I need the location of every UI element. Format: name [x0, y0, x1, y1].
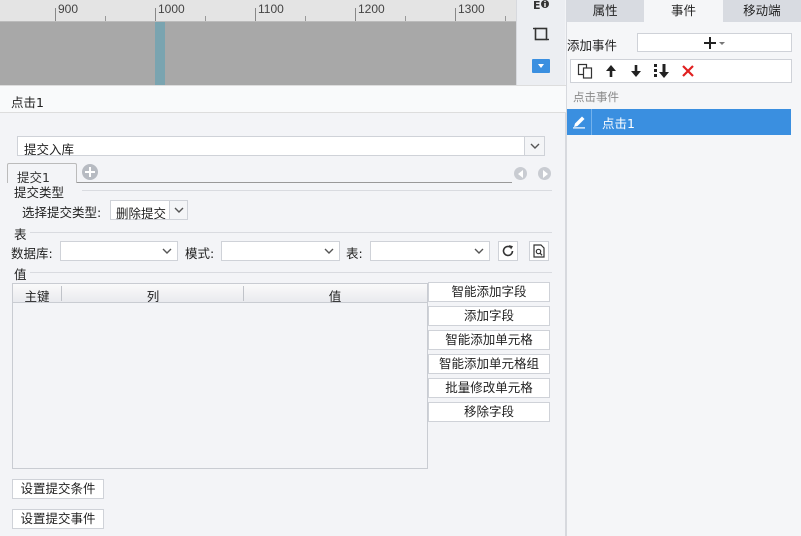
tab-underline	[77, 182, 512, 183]
set-submit-event-button[interactable]: 设置提交事件	[12, 509, 104, 529]
event-title: 点击1	[11, 95, 44, 110]
event-list-item[interactable]: 点击1	[567, 109, 791, 135]
refresh-icon	[502, 245, 514, 257]
chevron-down-icon[interactable]	[469, 242, 489, 260]
value-section-title: 值	[14, 267, 27, 282]
table-label: 表:	[346, 246, 363, 261]
ruler-tick	[155, 8, 156, 21]
chevron-down-icon[interactable]	[157, 242, 177, 260]
add-event-label: 添加事件	[567, 38, 618, 53]
database-select[interactable]	[60, 241, 178, 261]
submit-type-value: 删除提交	[116, 206, 167, 221]
ruler-tick	[355, 8, 356, 21]
canvas-ruler: 900 1000 1100 1200 1300	[0, 0, 516, 22]
move-down-icon[interactable]	[626, 62, 646, 80]
add-tab-icon[interactable]	[82, 164, 98, 180]
move-bottom-icon[interactable]	[652, 62, 672, 80]
table-section-title: 表	[14, 227, 27, 242]
tab-scroll-right-icon[interactable]	[538, 167, 551, 180]
canvas-selection-guide	[155, 22, 165, 85]
svg-text:E: E	[533, 0, 541, 12]
preview-table-button[interactable]	[529, 241, 549, 261]
event-toolbar	[570, 59, 792, 83]
set-submit-condition-button[interactable]: 设置提交条件	[12, 479, 104, 499]
divider	[30, 272, 552, 273]
action-type-value: 提交入库	[24, 142, 75, 157]
smart-add-cell-button[interactable]: 智能添加单元格	[428, 330, 550, 350]
tab-scroll-left-icon[interactable]	[514, 167, 527, 180]
grid-header-column[interactable]: 列	[63, 286, 243, 305]
add-event-button[interactable]	[637, 33, 792, 52]
mode-label: 模式:	[185, 246, 215, 261]
chevron-down-icon[interactable]	[319, 242, 339, 260]
ruler-label: 900	[58, 2, 79, 16]
grid-column-separator	[61, 286, 62, 301]
tab-properties[interactable]: 属性	[566, 0, 644, 22]
dropdown-widget-icon[interactable]	[528, 55, 554, 77]
right-panel-tabs: 属性 事件 移动端	[566, 0, 801, 22]
ruler-label: 1100	[258, 2, 284, 16]
info-icon[interactable]: E	[528, 0, 554, 16]
ruler-label: 1000	[158, 2, 185, 16]
action-type-select[interactable]: 提交入库	[17, 136, 545, 157]
event-editor: 提交入库 提交1 提交类型 选择提交类型: 删除提交 表 数据库: 模式: 表:…	[0, 113, 566, 536]
database-label: 数据库:	[11, 246, 53, 261]
ruler-label: 1200	[358, 2, 385, 16]
plus-icon	[703, 36, 725, 49]
batch-edit-cells-button[interactable]: 批量修改单元格	[428, 378, 550, 398]
event-section-title: 点击事件	[573, 90, 619, 104]
ruler-label: 1300	[458, 2, 485, 16]
tab-events[interactable]: 事件	[644, 0, 723, 22]
table-select[interactable]	[370, 241, 490, 261]
divider	[82, 190, 552, 191]
edit-icon[interactable]	[567, 109, 592, 135]
mode-select[interactable]	[221, 241, 340, 261]
submit-type-section-title: 提交类型	[14, 185, 65, 200]
submit-type-select[interactable]: 删除提交	[110, 200, 188, 221]
ruler-tick	[255, 8, 256, 21]
add-field-button[interactable]: 添加字段	[428, 306, 550, 326]
design-canvas[interactable]	[0, 22, 516, 85]
refresh-button[interactable]	[498, 241, 518, 261]
document-search-icon	[533, 244, 545, 258]
grid-header-value[interactable]: 值	[245, 286, 425, 305]
field-grid[interactable]: 主键 列 值	[12, 283, 428, 469]
grid-header: 主键 列 值	[13, 284, 427, 305]
move-up-icon[interactable]	[601, 62, 621, 80]
smart-add-cell-group-button[interactable]: 智能添加单元格组	[428, 354, 550, 374]
chevron-down-icon[interactable]	[169, 201, 187, 219]
events-panel: 添加事件 点击事件 点击1	[566, 22, 801, 536]
tab-submit-1[interactable]: 提交1	[7, 163, 77, 185]
tool-strip: E	[516, 0, 565, 85]
divider	[30, 232, 552, 233]
grid-column-separator	[243, 286, 244, 301]
smart-add-field-button[interactable]: 智能添加字段	[428, 282, 550, 302]
event-item-label: 点击1	[602, 115, 635, 131]
ruler-tick	[455, 8, 456, 21]
chevron-down-icon[interactable]	[524, 137, 544, 155]
frame-icon[interactable]	[528, 23, 554, 45]
copy-icon[interactable]	[575, 62, 595, 80]
event-title-bar: 点击1	[0, 85, 566, 113]
tab-mobile[interactable]: 移动端	[723, 0, 801, 22]
ruler-tick	[55, 8, 56, 21]
grid-header-primary-key[interactable]: 主键	[13, 286, 61, 305]
submit-type-label: 选择提交类型:	[22, 205, 102, 220]
remove-field-button[interactable]: 移除字段	[428, 402, 550, 422]
delete-icon[interactable]	[678, 62, 698, 80]
